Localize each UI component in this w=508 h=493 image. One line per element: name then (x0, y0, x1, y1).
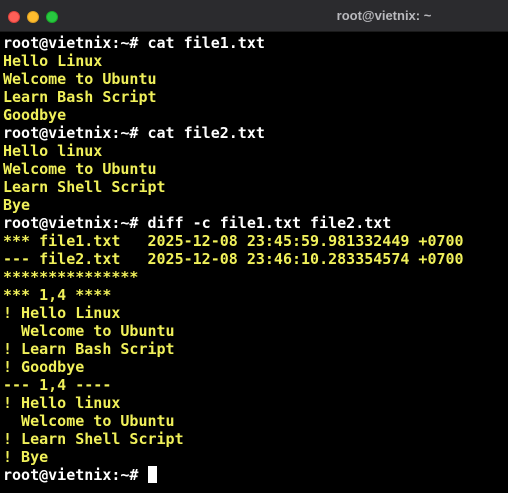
terminal-window: root@vietnix: ~ root@vietnix:~# cat file… (0, 0, 508, 493)
command-line: root@vietnix:~# diff -c file1.txt file2.… (3, 214, 392, 232)
output-line: ! Hello Linux (3, 304, 121, 322)
output-line: Goodbye (3, 106, 67, 124)
prompt-text: root@vietnix:~# (3, 466, 148, 484)
output-line: *** file1.txt 2025-12-08 23:45:59.981332… (3, 232, 464, 250)
output-line: ! Goodbye (3, 358, 85, 376)
text-cursor (147, 466, 157, 483)
output-line: *** 1,4 **** (3, 286, 112, 304)
output-line: Hello linux (3, 142, 103, 160)
output-line: Bye (3, 196, 31, 214)
output-line: Learn Bash Script (3, 88, 157, 106)
output-line: ! Hello linux (3, 394, 121, 412)
output-line: Hello Linux (3, 52, 103, 70)
active-prompt-line[interactable]: root@vietnix:~# (3, 466, 505, 484)
output-line: ! Learn Bash Script (3, 340, 175, 358)
output-line: Welcome to Ubuntu (3, 412, 175, 430)
output-line: ! Bye (3, 448, 49, 466)
command-line: root@vietnix:~# cat file2.txt (3, 124, 265, 142)
output-line: *************** (3, 268, 139, 286)
output-line: --- file2.txt 2025-12-08 23:46:10.283354… (3, 250, 464, 268)
command-line: root@vietnix:~# cat file1.txt (3, 34, 265, 52)
terminal-output[interactable]: root@vietnix:~# cat file1.txt Hello Linux… (3, 34, 505, 489)
output-line: Welcome to Ubuntu (3, 322, 175, 340)
output-line: Welcome to Ubuntu (3, 160, 157, 178)
maximize-window-icon[interactable] (46, 11, 58, 23)
output-line: Welcome to Ubuntu (3, 70, 157, 88)
close-window-icon[interactable] (8, 11, 20, 23)
title-bar[interactable]: root@vietnix: ~ (0, 0, 508, 32)
output-line: Learn Shell Script (3, 178, 166, 196)
output-line: --- 1,4 ---- (3, 376, 112, 394)
window-title: root@vietnix: ~ (336, 8, 432, 23)
minimize-window-icon[interactable] (27, 11, 39, 23)
output-line: ! Learn Shell Script (3, 430, 184, 448)
